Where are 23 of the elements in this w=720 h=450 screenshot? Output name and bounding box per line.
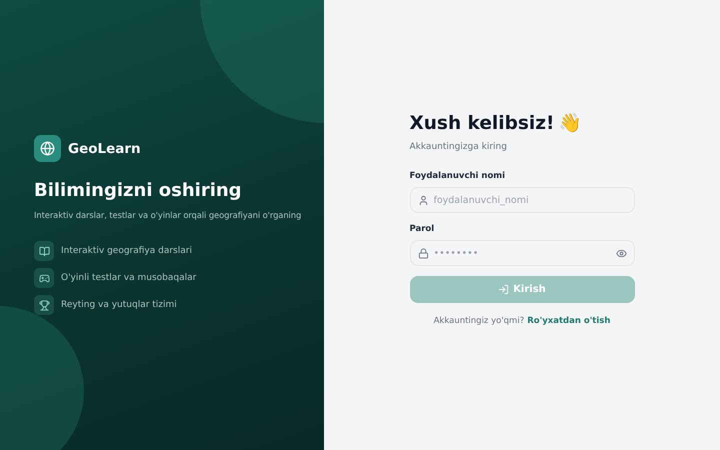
hero-subtitle: Interaktiv darslar, testlar va o'yinlar orqali geografiyani o'rganing <box>34 210 302 220</box>
logo-icon <box>34 135 61 162</box>
hero-title: Bilimingizni oshiring <box>34 180 243 201</box>
field-label: Parol <box>410 224 436 234</box>
gamepad-icon <box>34 268 54 288</box>
signup-link[interactable]: Ro'yxatdan o'tish <box>527 316 610 326</box>
waving-hand-emoji: 👋 <box>558 112 582 134</box>
feature-text: O'yinli testlar va musobaqalar <box>61 273 196 283</box>
feature-text: Interaktiv geografiya darslari <box>61 246 192 256</box>
book-icon <box>34 241 54 261</box>
brand-name: GeoLearn <box>68 140 141 156</box>
trophy-icon <box>34 295 54 315</box>
show-password-icon[interactable] <box>616 248 626 258</box>
password-field[interactable]: •••••••• <box>410 240 634 266</box>
username-field[interactable]: foydalanuvchi_nomi <box>410 187 634 213</box>
user-icon <box>418 194 428 206</box>
feature-text: Reyting va yutuqlar tizimi <box>61 300 177 310</box>
login-title: Xush kelibsiz! <box>410 112 554 134</box>
login-subtitle: Akkauntingizga kiring <box>410 142 508 152</box>
lock-icon <box>418 248 428 258</box>
signup-prompt: Akkauntingiz yo'qmi? <box>434 316 524 326</box>
login-icon <box>498 284 510 295</box>
field-label: Foydalanuvchi nomi <box>410 171 506 181</box>
